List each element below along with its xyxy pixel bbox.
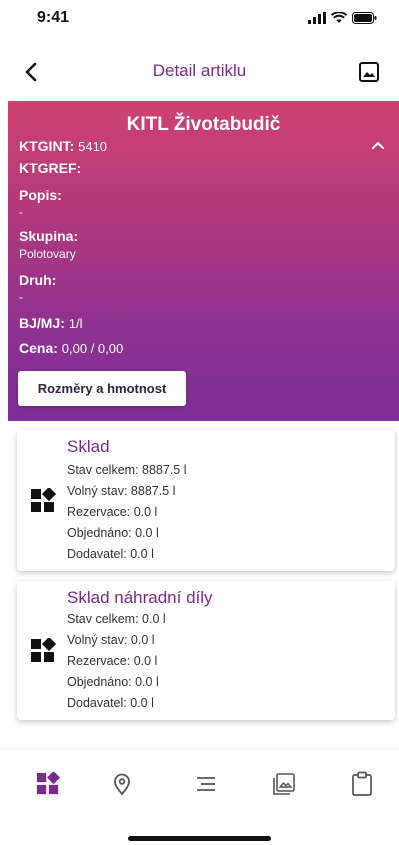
ktgref-label: KTGREF:: [19, 160, 82, 176]
card-title: Sklad náhradní díly: [67, 588, 213, 607]
card-line: Volný stav: 0.0 l: [67, 633, 155, 647]
tab-gallery[interactable]: [269, 769, 299, 799]
list-icon: [197, 777, 215, 791]
tab-stock[interactable]: [33, 769, 63, 799]
signal-icon: [308, 12, 326, 24]
popis-value: -: [19, 205, 23, 219]
nav-bar: Detail artiklu: [0, 44, 399, 100]
status-time: 9:41: [37, 9, 70, 26]
location-icon: [114, 773, 130, 796]
cena-value: 0,00 / 0,00: [61, 341, 124, 356]
skupina-value: Polotovary: [19, 247, 76, 261]
card-line: Stav celkem: 8887.5 l: [67, 463, 187, 477]
card-title: Sklad: [67, 437, 110, 456]
stock-card-sklad[interactable]: Sklad Stav celkem: 8887.5 l Volný stav: …: [17, 430, 395, 571]
article-title: KITL Životabudič: [126, 114, 281, 135]
card-line: Objednáno: 0.0 l: [67, 675, 159, 689]
image-icon: [359, 62, 379, 82]
bjmj-value: 1/l: [68, 316, 83, 331]
card-line: Volný stav: 8887.5 l: [67, 484, 176, 498]
image-button[interactable]: [357, 60, 381, 84]
card-line: Stav celkem: 0.0 l: [67, 612, 166, 626]
card-line: Dodavatel: 0.0 l: [67, 547, 154, 561]
cena-row: Cena: 0,00 / 0,00: [19, 340, 123, 356]
gallery-icon: [273, 773, 295, 795]
ktgint-value: 5410: [78, 139, 108, 154]
stock-card-nahradni-dily[interactable]: Sklad náhradní díly Stav celkem: 0.0 l V…: [17, 581, 395, 720]
card-line: Rezervace: 0.0 l: [67, 654, 158, 668]
home-indicator: [128, 836, 271, 841]
bjmj-label: BJ/MJ:: [19, 315, 65, 331]
ktgint-label: KTGINT:: [19, 138, 75, 154]
dashboard-icon: [31, 488, 56, 512]
bjmj-row: BJ/MJ: 1/l: [19, 315, 83, 331]
tab-clipboard[interactable]: [347, 769, 377, 799]
collapse-button[interactable]: [369, 137, 387, 155]
tab-list[interactable]: [191, 769, 221, 799]
status-icons: [308, 12, 377, 24]
druh-label: Druh:: [19, 272, 57, 288]
clipboard-icon: [352, 771, 372, 796]
druh-value: -: [19, 290, 23, 304]
card-line: Dodavatel: 0.0 l: [67, 696, 154, 710]
battery-icon: [352, 12, 377, 24]
status-bar: 9:41: [0, 0, 399, 44]
article-header: KITL Životabudič KTGINT: 5410 KTGREF: Po…: [8, 101, 399, 421]
dimensions-button[interactable]: Rozměry a hmotnost: [18, 371, 186, 406]
tab-location[interactable]: [107, 769, 137, 799]
cena-label: Cena:: [19, 340, 58, 356]
dashboard-icon: [31, 638, 56, 662]
bottom-tab-bar: [0, 748, 399, 814]
card-line: Rezervace: 0.0 l: [67, 505, 158, 519]
skupina-label: Skupina:: [19, 228, 79, 244]
chevron-up-icon: [372, 142, 384, 149]
card-line: Objednáno: 0.0 l: [67, 526, 159, 540]
page-title: Detail artiklu: [152, 61, 247, 80]
popis-label: Popis:: [19, 187, 62, 203]
dashboard-icon: [36, 772, 60, 795]
ktgint-row: KTGINT: 5410: [19, 138, 107, 154]
wifi-icon: [331, 12, 347, 23]
